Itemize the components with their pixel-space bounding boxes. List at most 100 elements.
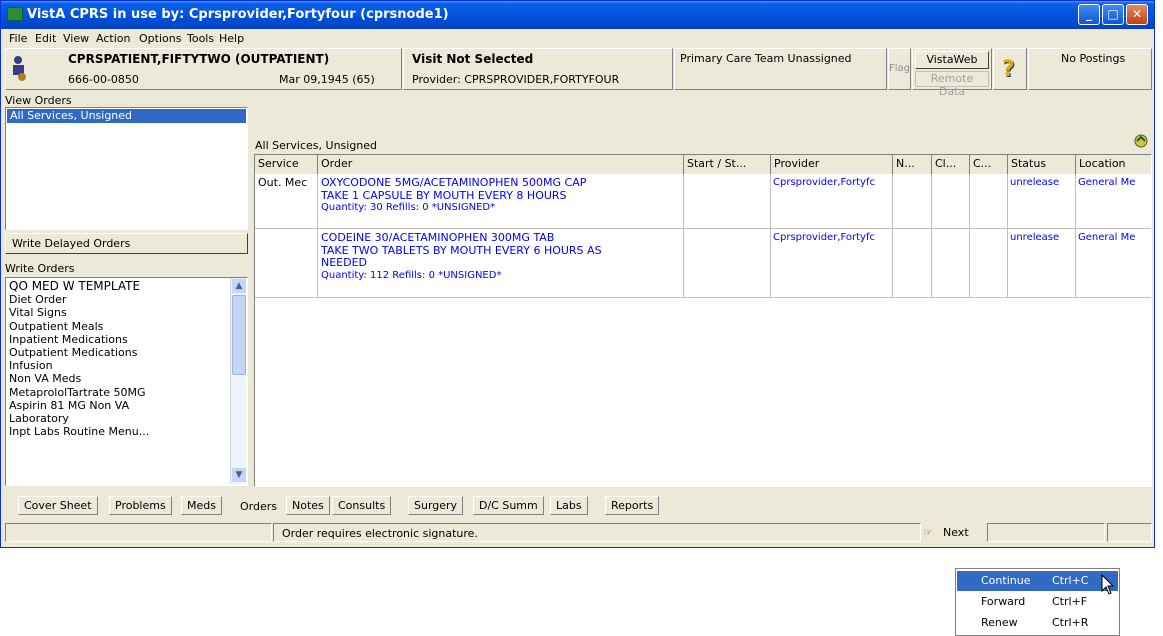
write-orders-label: Write Orders — [5, 262, 75, 275]
postings-panel[interactable]: No Postings — [1028, 48, 1152, 90]
help-question-icon: ? — [1002, 57, 1015, 82]
col-service[interactable]: Service — [255, 155, 318, 174]
care-team-panel[interactable]: Primary Care Team Unassigned — [674, 48, 887, 90]
postings-label: No Postings — [1061, 52, 1126, 65]
menu-item-renew[interactable]: Renew Ctrl+R — [957, 613, 1118, 633]
tab-labs[interactable]: Labs — [550, 496, 588, 515]
tab-meds[interactable]: Meds — [181, 496, 222, 515]
vistaweb-panel: VistaWeb Remote Data — [912, 48, 992, 98]
remote-data-button[interactable]: Remote Data — [915, 71, 989, 98]
table-row[interactable]: Out. Mec OXYCODONE 5MG/ACETAMINOPHEN 500… — [255, 175, 1151, 229]
menu-edit[interactable]: Edit — [35, 32, 56, 45]
order-line: CODEINE 30/ACETAMINOPHEN 300MG TAB — [321, 231, 555, 244]
list-item[interactable]: Non VA Meds — [9, 372, 149, 385]
menu-file[interactable]: File — [9, 32, 27, 45]
tab-reports[interactable]: Reports — [605, 496, 660, 515]
scroll-up-icon[interactable]: ▲ — [232, 279, 246, 293]
vistaweb-button[interactable]: VistaWeb — [915, 51, 989, 69]
minimize-button[interactable]: _ — [1078, 4, 1100, 25]
scrollbar-thumb[interactable] — [232, 295, 246, 375]
tab-cover-sheet[interactable]: Cover Sheet — [18, 496, 98, 515]
list-item[interactable]: Outpatient Medications — [9, 346, 149, 359]
col-order[interactable]: Order — [318, 155, 684, 174]
order-line: TAKE 1 CAPSULE BY MOUTH EVERY 8 HOURS — [321, 188, 567, 202]
tab-notes[interactable]: Notes — [286, 496, 330, 515]
menu-item-label: Forward — [981, 595, 1026, 608]
orders-header: Service Order Start / St... Provider N..… — [255, 155, 1151, 174]
row-status: unrelease — [1010, 177, 1060, 188]
menu-options[interactable]: Options — [139, 32, 181, 45]
order-quantity: Quantity: 30 Refills: 0 *UNSIGNED* — [321, 202, 496, 213]
menu-help[interactable]: Help — [219, 32, 244, 45]
order-line: OXYCODONE 5MG/ACETAMINOPHEN 500MG CAP — [321, 176, 587, 189]
menu-item-shortcut: Ctrl+F — [1052, 595, 1088, 608]
row-order: OXYCODONE 5MG/ACETAMINOPHEN 500MG CAP TA… — [321, 176, 681, 215]
status-message: Order requires electronic signature. — [273, 523, 921, 542]
list-item[interactable]: Vital Signs — [9, 306, 149, 319]
tab-orders[interactable]: Orders — [235, 498, 282, 517]
visit-panel[interactable]: Visit Not Selected Provider: CPRSPROVIDE… — [403, 48, 673, 90]
chart-tabs: Cover Sheet Problems Meds Orders Notes C… — [5, 496, 685, 518]
tab-surgery[interactable]: Surgery — [408, 496, 464, 515]
menu-item-forward[interactable]: Forward Ctrl+F — [957, 592, 1118, 612]
visit-title: Visit Not Selected — [412, 52, 534, 66]
write-delayed-orders-button[interactable]: Write Delayed Orders — [5, 233, 248, 254]
list-item[interactable]: Laboratory — [9, 412, 149, 425]
list-item[interactable]: Inpt Labs Routine Menu... — [9, 425, 149, 438]
menu-tools[interactable]: Tools — [187, 32, 214, 45]
patient-ssn: 666-00-0850 — [68, 73, 139, 86]
tab-problems[interactable]: Problems — [109, 496, 172, 515]
col-chart[interactable]: C... — [970, 155, 1008, 174]
write-orders-items: QO MED W TEMPLATE Diet Order Vital Signs… — [9, 279, 149, 438]
list-item[interactable]: Outpatient Meals — [9, 320, 149, 333]
patient-name: CPRSPATIENT,FIFTYTWO (OUTPATIENT) — [68, 52, 330, 66]
list-item[interactable]: Aspirin 81 MG Non VA — [9, 399, 149, 412]
table-row[interactable]: CODEINE 30/ACETAMINOPHEN 300MG TAB TAKE … — [255, 230, 1151, 298]
list-item[interactable]: QO MED W TEMPLATE — [9, 279, 149, 293]
maximize-button[interactable]: □ — [1102, 4, 1124, 25]
next-button[interactable]: ☞ Next — [923, 525, 985, 541]
list-item[interactable]: MetaprololTartrate 50MG — [9, 386, 149, 399]
list-item[interactable]: All Services, Unsigned — [7, 109, 246, 123]
write-orders-list[interactable]: QO MED W TEMPLATE Diet Order Vital Signs… — [5, 277, 248, 486]
list-item[interactable]: Infusion — [9, 359, 149, 372]
menu-view[interactable]: View — [63, 32, 89, 45]
menu-item-continue[interactable]: Continue Ctrl+C — [957, 571, 1118, 591]
menu-bar: File Edit View Action Options Tools Help — [1, 29, 1154, 47]
status-cell — [1107, 523, 1152, 542]
patient-panel[interactable]: CPRSPATIENT,FIFTYTWO (OUTPATIENT) 666-00… — [5, 48, 402, 90]
order-quantity: Quantity: 112 Refills: 0 *UNSIGNED* — [321, 269, 502, 281]
orders-grid[interactable]: Service Order Start / St... Provider N..… — [254, 154, 1152, 487]
col-status[interactable]: Status — [1008, 155, 1076, 174]
col-provider[interactable]: Provider — [771, 155, 893, 174]
status-cell — [987, 523, 1105, 542]
list-item[interactable]: Inpatient Medications — [9, 333, 149, 346]
col-nurse[interactable]: N... — [893, 155, 932, 174]
app-icon — [7, 7, 23, 21]
refresh-icon[interactable] — [1133, 133, 1149, 149]
row-status: unrelease — [1010, 232, 1060, 243]
view-orders-list[interactable]: All Services, Unsigned — [5, 107, 248, 230]
status-cell-left — [5, 523, 272, 542]
col-start-stop[interactable]: Start / St... — [684, 155, 771, 174]
close-button[interactable]: ✕ — [1126, 4, 1148, 25]
col-clerk[interactable]: Cl... — [932, 155, 970, 174]
title-bar[interactable]: VistA CPRS in use by: Cprsprovider,Forty… — [1, 1, 1154, 29]
scroll-down-icon[interactable]: ▼ — [232, 468, 246, 482]
care-team-label: Primary Care Team Unassigned — [680, 52, 852, 65]
list-item[interactable]: Diet Order — [9, 293, 149, 306]
col-location[interactable]: Location — [1076, 155, 1151, 174]
menu-item-label: Continue — [981, 574, 1031, 587]
menu-action[interactable]: Action — [96, 32, 130, 45]
orders-caption: All Services, Unsigned — [255, 139, 378, 152]
write-orders-scrollbar[interactable]: ▲ ▼ — [230, 278, 246, 484]
help-panel[interactable]: ? — [993, 48, 1027, 90]
flag-panel[interactable]: Flag — [888, 48, 911, 90]
menu-item-shortcut: Ctrl+C — [1052, 574, 1089, 587]
tab-dc-summ[interactable]: D/C Summ — [473, 496, 544, 515]
patient-dob: Mar 09,1945 (65) — [279, 73, 375, 86]
tab-consults[interactable]: Consults — [332, 496, 392, 515]
window-title: VistA CPRS in use by: Cprsprovider,Forty… — [27, 7, 449, 22]
mouse-cursor-icon — [1101, 573, 1115, 596]
order-line: TAKE TWO TABLETS BY MOUTH EVERY 6 HOURS … — [321, 243, 602, 257]
